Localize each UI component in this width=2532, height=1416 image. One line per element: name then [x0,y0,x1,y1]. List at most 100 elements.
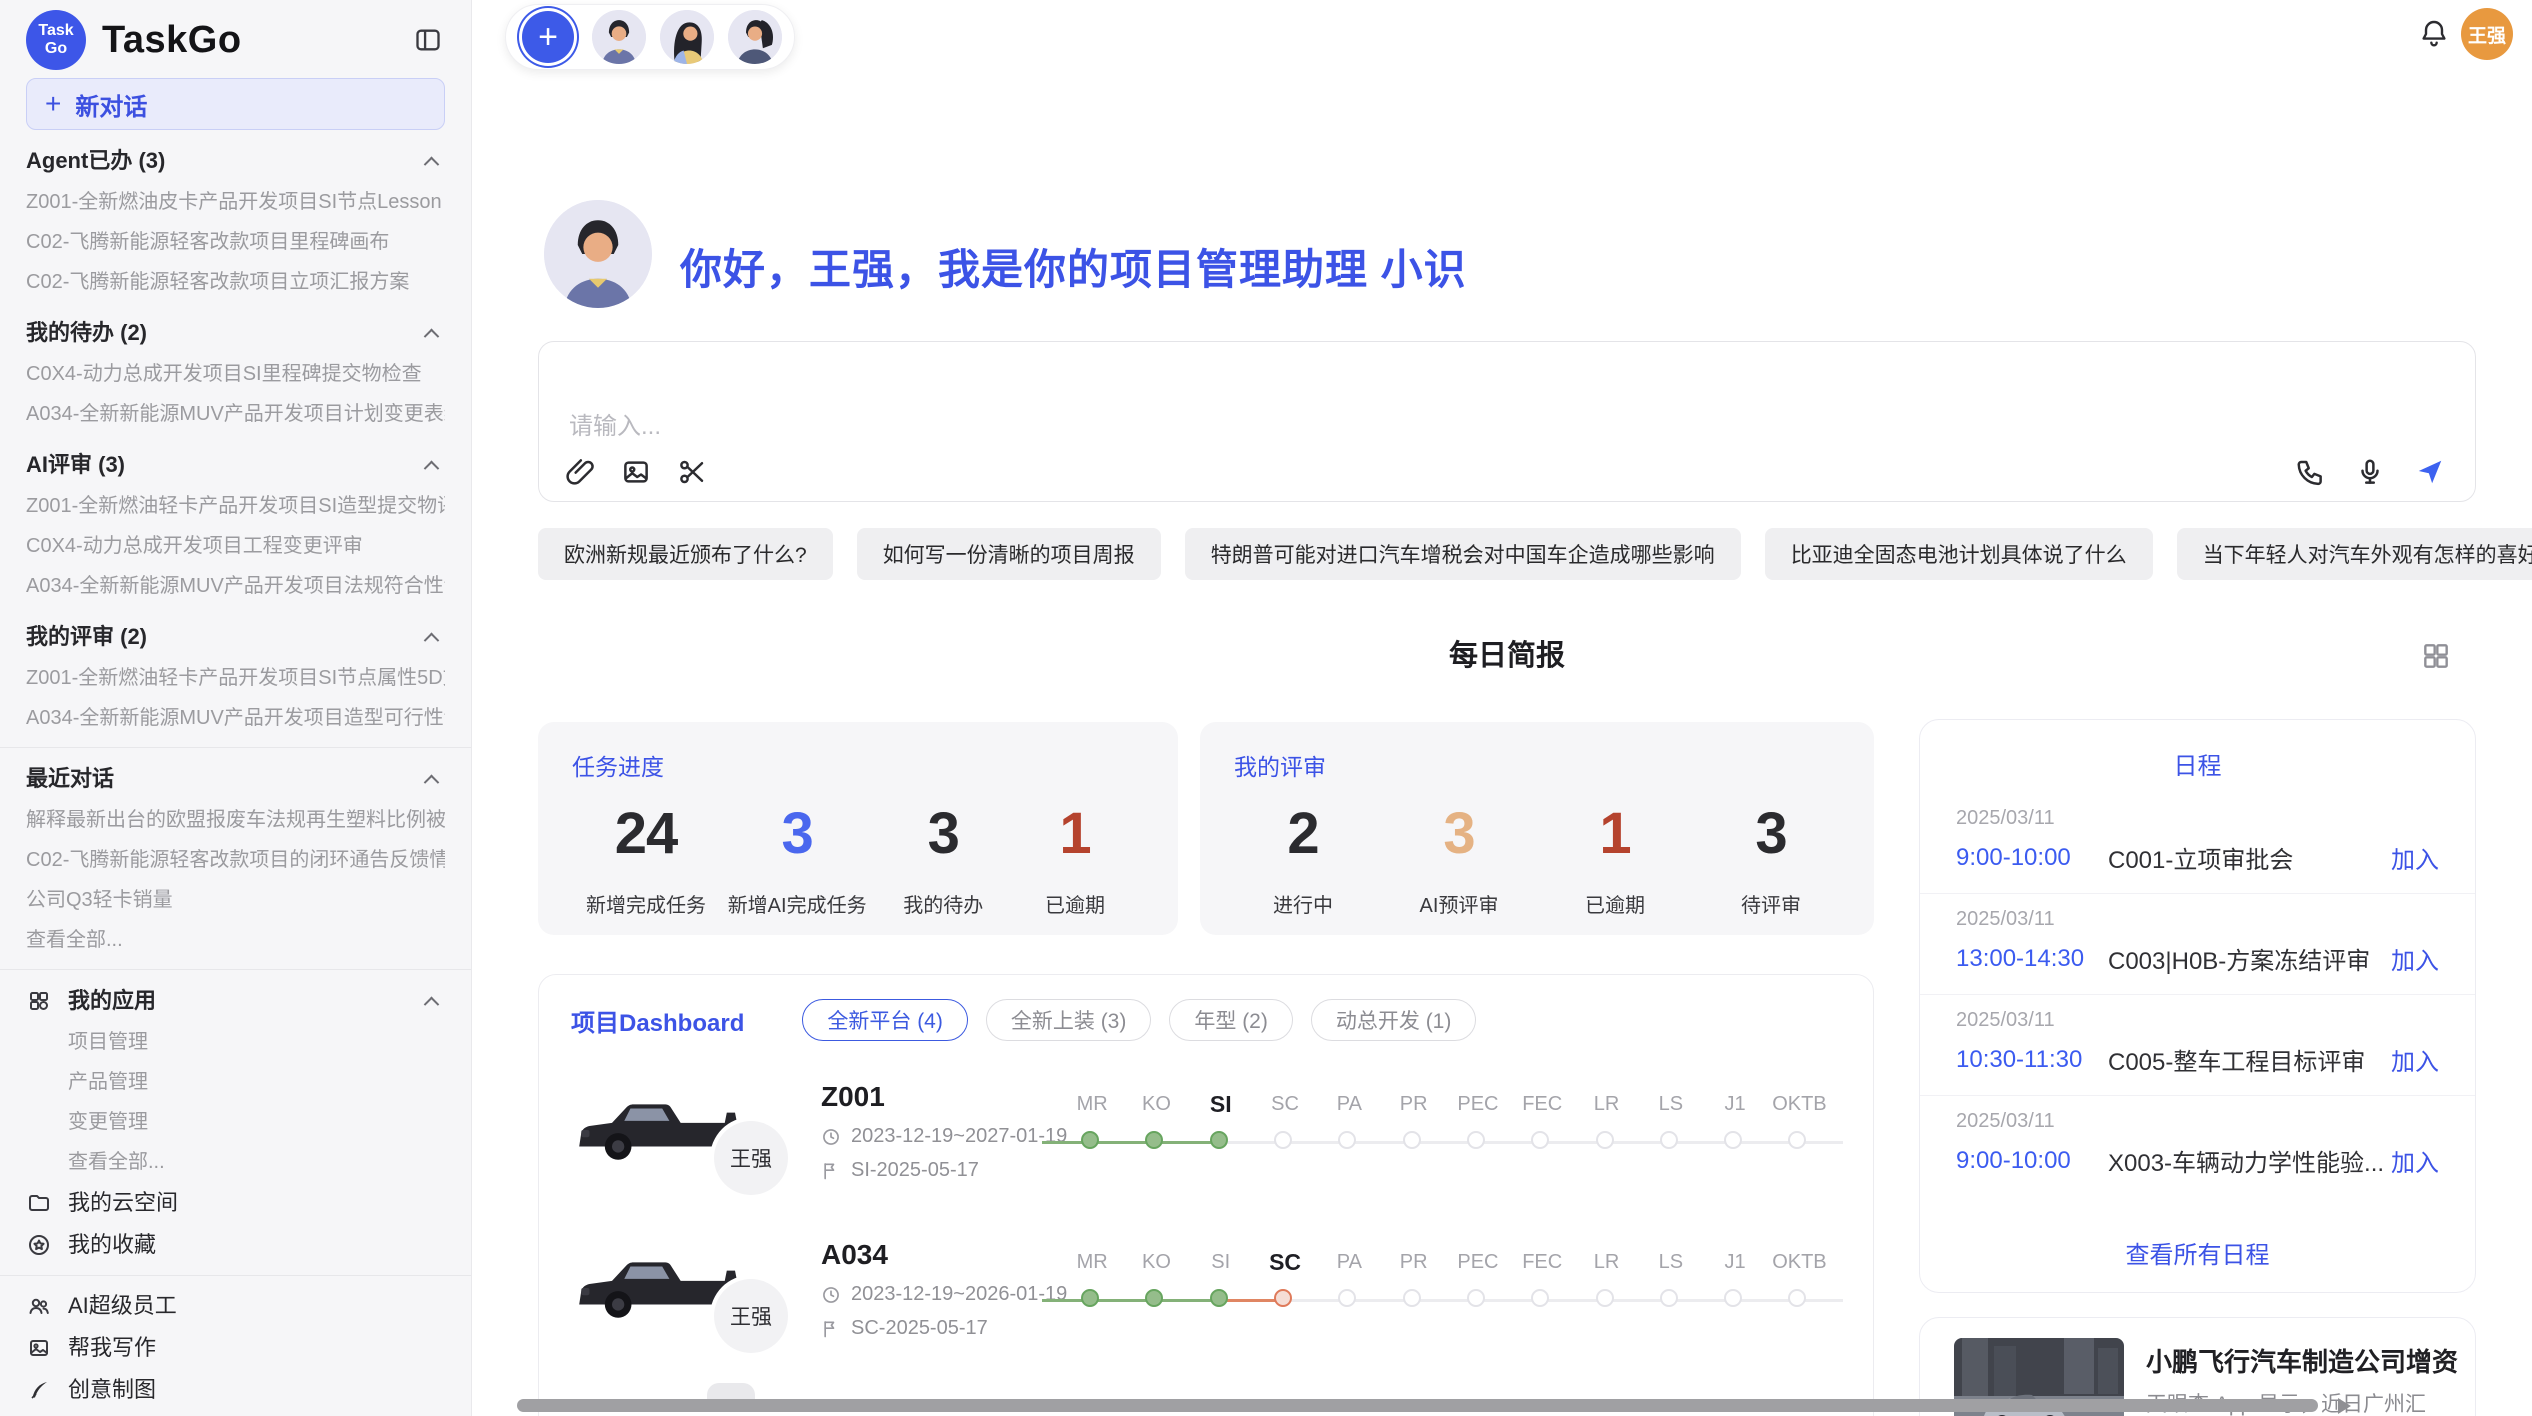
layout-grid-icon[interactable] [2420,640,2452,672]
project-milestone-row: SC-2025-05-17 [821,1317,988,1340]
sidebar-section-header[interactable]: 我的待办 (2) [26,312,445,354]
microphone-icon[interactable] [2355,457,2385,487]
milestone-node[interactable] [1145,1289,1163,1307]
view-all-schedule-link[interactable]: 查看所有日程 [1920,1235,2475,1270]
milestone-node[interactable] [1788,1289,1806,1307]
project-row[interactable]: 王强 A034 2023-12-19~2026-01-19 SC-2025-05… [539,1225,1873,1383]
milestone-node[interactable] [1145,1131,1163,1149]
sidebar-item[interactable]: A034-全新新能源MUV产品开发项目造型可行性评审 [26,698,445,738]
recent-section-header[interactable]: 最近对话 [26,758,445,800]
sidebar-collapse-icon[interactable] [411,23,445,57]
app-logo-icon: Task Go [26,10,86,70]
milestone-node[interactable] [1467,1289,1485,1307]
horizontal-scrollbar-thumb[interactable] [517,1399,2318,1412]
apps-section-header[interactable]: 我的应用 [26,980,445,1022]
dashboard-filter-tab[interactable]: 年型 (2) [1169,999,1293,1041]
member-avatar[interactable] [660,10,714,64]
new-chat-button[interactable]: + 新对话 [26,78,445,130]
chevron-up-icon [424,774,440,790]
stat-label: 进行中 [1248,889,1358,918]
user-avatar[interactable]: 王强 [2461,8,2513,60]
sidebar-item[interactable]: Z001-全新燃油轻卡产品开发项目SI造型提交物评审 [26,486,445,526]
scissors-icon[interactable] [677,457,707,487]
new-session-button[interactable]: + [522,11,574,63]
stat: 3 待评审 [1716,800,1826,918]
milestone-node[interactable] [1338,1289,1356,1307]
phone-icon[interactable] [2295,457,2325,487]
sidebar-item-favorites[interactable]: 我的收藏 [26,1224,445,1266]
sidebar-section-header[interactable]: Agent已办 (3) [26,140,445,182]
sidebar-item[interactable]: A034-全新新能源MUV产品开发项目法规符合性评审 [26,566,445,606]
sidebar-item[interactable]: C0X4-动力总成开发项目工程变更评审 [26,526,445,566]
milestone-node[interactable] [1274,1131,1292,1149]
recent-conversation-item[interactable]: C02-飞腾新能源轻客改款项目的闭环通告反馈情况 [26,840,445,880]
sidebar-item[interactable]: C02-飞腾新能源轻客改款项目立项汇报方案 [26,262,445,302]
suggestion-chip[interactable]: 欧洲新规最近颁布了什么? [538,528,833,580]
stat-label: AI预评审 [1404,889,1514,918]
sidebar-section-header[interactable]: AI评审 (3) [26,444,445,486]
stat-card-title: 任务进度 [572,748,1144,782]
send-icon[interactable] [2415,457,2445,487]
schedule-item: 2025/03/11 9:00-10:00 X003-车辆动力学性能验... 加… [1920,1096,2475,1196]
milestone-node[interactable] [1596,1289,1614,1307]
milestone-node[interactable] [1081,1131,1099,1149]
milestone-node[interactable] [1210,1289,1228,1307]
join-link[interactable]: 加入 [2391,840,2439,875]
app-item[interactable]: 产品管理 [26,1062,445,1102]
stat-value: 3 [1404,800,1514,867]
suggestion-chip[interactable]: 特朗普可能对进口汽车增税会对中国车企造成哪些影响 [1185,528,1741,580]
recent-conversation-item[interactable]: 解释最新出台的欧盟报废车法规再生塑料比例被调至15%... [26,800,445,840]
milestone-node[interactable] [1660,1131,1678,1149]
milestone-node[interactable] [1788,1131,1806,1149]
milestone-node[interactable] [1531,1131,1549,1149]
suggestion-chip[interactable]: 当下年轻人对汽车外观有怎样的喜好趋势 [2177,528,2532,580]
sidebar-item[interactable]: A034-全新新能源MUV产品开发项目计划变更表编写 [26,394,445,434]
suggestion-chip[interactable]: 如何写一份清晰的项目周报 [857,528,1161,580]
milestone-node[interactable] [1210,1131,1228,1149]
image-upload-icon[interactable] [621,457,651,487]
join-link[interactable]: 加入 [2391,1042,2439,1077]
milestone-node[interactable] [1403,1131,1421,1149]
app-item[interactable]: 查看全部... [26,1142,445,1182]
sidebar-item[interactable]: C02-飞腾新能源轻客改款项目里程碑画布 [26,222,445,262]
app-item[interactable]: 项目管理 [26,1022,445,1062]
schedule-time: 9:00-10:00 [1956,844,2108,872]
sidebar-item[interactable]: Z001-全新燃油轻卡产品开发项目SI节点属性5D文件评审 [26,658,445,698]
milestone-node[interactable] [1403,1289,1421,1307]
section-label: 我的评审 (2) [26,616,147,658]
sidebar-item-cloud-space[interactable]: 我的云空间 [26,1182,445,1224]
recent-conversation-item[interactable]: 公司Q3轻卡销量 [26,880,445,920]
milestone-node[interactable] [1724,1131,1742,1149]
member-avatar[interactable] [592,10,646,64]
dashboard-filter-tab[interactable]: 全新平台 (4) [802,999,968,1041]
join-link[interactable]: 加入 [2391,941,2439,976]
notification-bell-icon[interactable] [2418,18,2450,50]
milestone-node[interactable] [1338,1131,1356,1149]
scroll-right-arrow-icon[interactable] [2338,1398,2351,1414]
sidebar-item-drawing[interactable]: 创意制图 [26,1369,445,1411]
sidebar-item[interactable]: Z001-全新燃油皮卡产品开发项目SI节点Lesson Learn报告 [26,182,445,222]
join-link[interactable]: 加入 [2391,1143,2439,1178]
recent-conversation-item[interactable]: 查看全部... [26,920,445,960]
sidebar-item[interactable]: C0X4-动力总成开发项目SI里程碑提交物检查 [26,354,445,394]
sidebar-item-ai-staff[interactable]: AI超级员工 [26,1285,445,1327]
stat-card: 我的评审 2 进行中 3 AI预评审 1 已逾期 3 待评审 [1200,722,1874,935]
dashboard-filter-tab[interactable]: 全新上装 (3) [986,999,1152,1041]
project-row[interactable]: 王强 Z001 2023-12-19~2027-01-19 SI-2025-05… [539,1067,1873,1225]
milestone-node[interactable] [1274,1289,1292,1307]
milestone-node[interactable] [1660,1289,1678,1307]
sidebar-section-header[interactable]: 我的评审 (2) [26,616,445,658]
owner-badge: 王强 [714,1279,788,1353]
milestone-node[interactable] [1596,1131,1614,1149]
dashboard-filter-tab[interactable]: 动总开发 (1) [1311,999,1477,1041]
attachment-icon[interactable] [565,457,595,487]
milestone-node[interactable] [1724,1289,1742,1307]
member-avatar[interactable] [728,10,782,64]
app-item[interactable]: 变更管理 [26,1102,445,1142]
chat-input[interactable] [555,394,2155,458]
suggestion-chip[interactable]: 比亚迪全固态电池计划具体说了什么 [1765,528,2153,580]
milestone-node[interactable] [1531,1289,1549,1307]
sidebar-item-writing[interactable]: 帮我写作 [26,1327,445,1369]
milestone-node[interactable] [1081,1289,1099,1307]
milestone-node[interactable] [1467,1131,1485,1149]
